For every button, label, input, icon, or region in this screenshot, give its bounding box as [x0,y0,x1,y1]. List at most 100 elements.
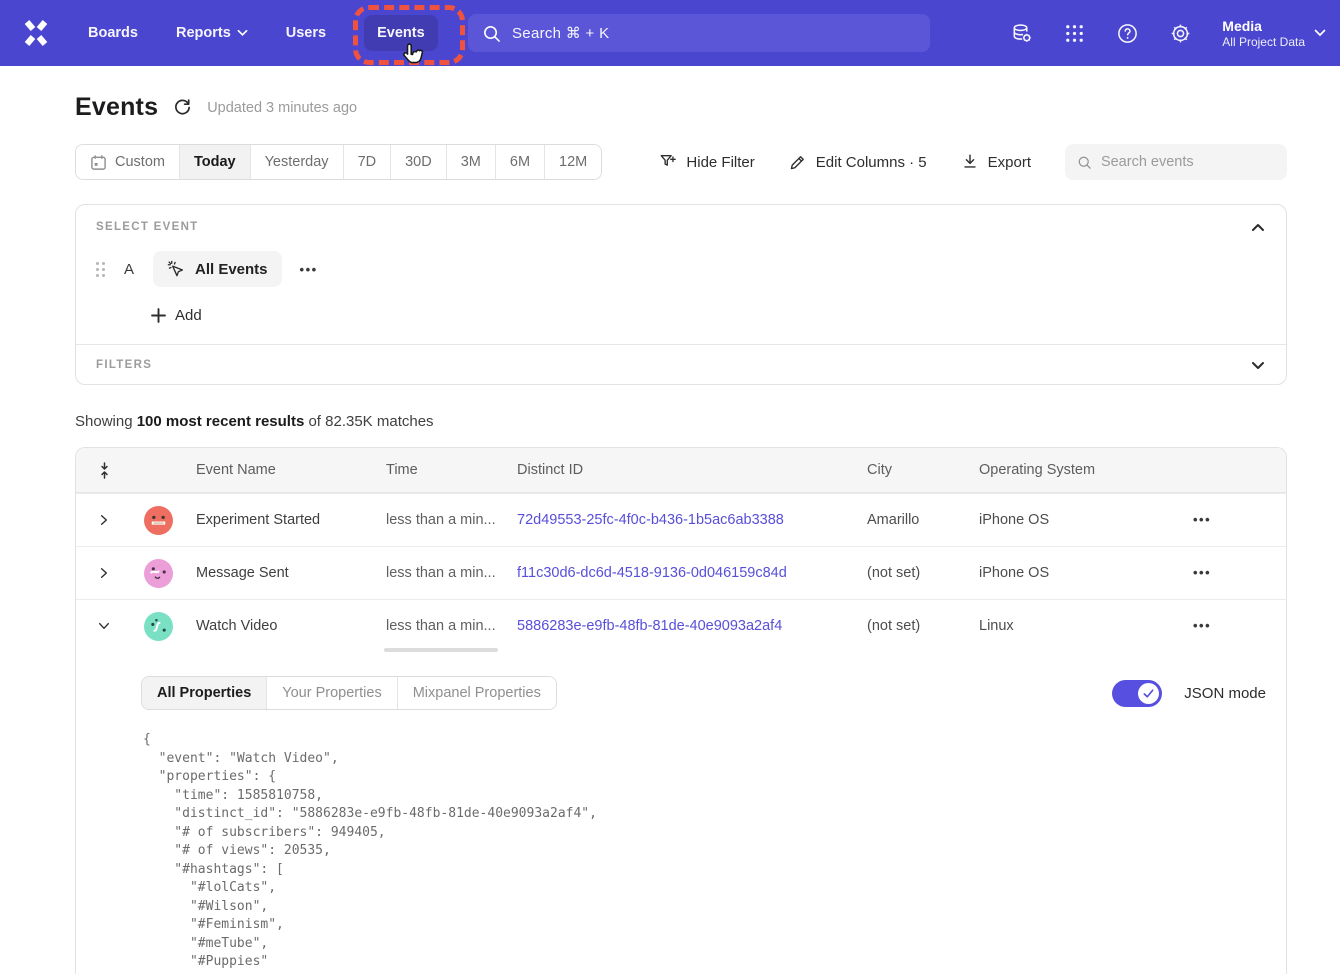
date-range-12m-button[interactable]: 12M [544,145,601,179]
project-name: Media [1222,17,1305,35]
pencil-icon [789,153,807,171]
date-range-7d-button[interactable]: 7D [343,145,391,179]
drag-handle[interactable] [96,262,105,277]
filter-plus-icon [659,153,677,171]
row-more-button[interactable]: ••• [1193,618,1211,633]
sort-icon[interactable] [98,462,111,479]
add-event-button[interactable]: Add [151,307,202,324]
toggle-knob [1138,683,1159,704]
search-events-input[interactable] [1101,154,1275,170]
mixpanel-logo-icon[interactable] [20,17,52,49]
time-cell: less than a min... [374,565,505,581]
tab-mixpanel-properties[interactable]: Mixpanel Properties [397,677,556,709]
top-navbar: Boards Reports Users Events Search ⌘ + K [0,0,1340,66]
download-icon [961,153,979,171]
refresh-icon[interactable] [173,98,192,117]
navbar-right-group: Media All Project Data [1010,0,1326,66]
page-title: Events [75,93,158,122]
event-avatar [144,559,173,588]
hand-pointer-cursor-icon [400,42,426,68]
chevron-down-icon [1314,29,1326,37]
query-builder-card: SELECT EVENT A All Events [75,204,1287,385]
results-highlight: 100 most recent results [137,413,305,430]
row-more-button[interactable]: ••• [1193,565,1211,580]
city-cell: (not set) [855,618,967,634]
selected-event-name: All Events [195,261,268,278]
os-cell: iPhone OS [967,512,1181,528]
table-row[interactable]: Watch Video less than a min... 5886283e-… [76,599,1286,652]
edit-columns-button[interactable]: Edit Columns · 5 [789,153,927,171]
distinct-id-link[interactable]: 5886283e-e9fb-48fb-81de-40e9093a2af4 [517,618,782,634]
expand-row-button[interactable] [76,566,132,580]
nav-item-reports-label: Reports [176,25,231,41]
column-header-time: Time [374,462,505,478]
date-range-today-button[interactable]: Today [179,145,250,179]
date-range-3m-button[interactable]: 3M [446,145,495,179]
date-range-6m-button[interactable]: 6M [495,145,544,179]
settings-gear-icon[interactable] [1169,22,1192,45]
project-subtitle: All Project Data [1222,35,1305,50]
apps-grid-icon[interactable] [1063,22,1086,45]
event-name-cell: Experiment Started [184,512,374,528]
nav-item-boards[interactable]: Boards [88,25,138,41]
results-prefix: Showing [75,413,137,430]
row-more-button[interactable]: ••• [1193,512,1211,527]
events-page: Events Updated 3 minutes ago Custom Toda… [75,93,1287,974]
collapse-select-event-button[interactable] [1246,215,1270,239]
filters-section[interactable]: FILTERS [76,344,1286,384]
horizontal-scrollbar[interactable] [384,648,498,652]
project-switcher[interactable]: Media All Project Data [1222,17,1326,50]
search-events-field[interactable] [1065,144,1287,180]
event-avatar [144,506,173,535]
expand-filters-button[interactable] [1246,353,1270,377]
column-header-city: City [855,462,967,478]
global-search-bar[interactable]: Search ⌘ + K [468,14,930,52]
date-range-selector: Custom Today Yesterday 7D 30D 3M 6M 12M [75,144,602,180]
nav-item-users[interactable]: Users [286,25,326,41]
event-name-cell: Message Sent [184,565,374,581]
results-summary: Showing 100 most recent results of 82.35… [75,413,1287,430]
collapse-row-button[interactable] [76,619,132,633]
event-name-cell: Watch Video [184,618,374,634]
results-suffix: of 82.35K matches [304,413,433,430]
search-icon [482,24,501,43]
check-icon [1142,687,1155,700]
events-table: Event Name Time Distinct ID City Operati… [75,447,1287,974]
table-row[interactable]: Message Sent less than a min... f11c30d6… [76,546,1286,599]
json-mode-toggle[interactable] [1112,680,1162,707]
date-range-custom-button[interactable]: Custom [76,145,179,179]
table-row[interactable]: Experiment Started less than a min... 72… [76,493,1286,546]
add-event-label: Add [175,307,202,324]
json-mode-label: JSON mode [1184,685,1266,702]
plus-icon [151,308,166,323]
chevron-down-icon [237,29,248,37]
calendar-icon [90,154,107,171]
distinct-id-link[interactable]: f11c30d6-dc6d-4518-9136-0d046159c84d [517,565,787,581]
event-selector-button[interactable]: All Events [153,251,282,287]
event-clause-row: A All Events ••• [96,251,1266,287]
date-range-30d-button[interactable]: 30D [390,145,446,179]
time-cell: less than a min... [374,618,505,634]
nav-item-events-wrap: Events [364,15,438,51]
os-cell: Linux [967,618,1181,634]
column-header-os: Operating System [967,462,1181,478]
all-events-sparkle-cursor-icon [167,260,186,279]
tab-all-properties[interactable]: All Properties [142,677,266,709]
event-clause-more-button[interactable]: ••• [300,262,318,277]
help-icon[interactable] [1116,22,1139,45]
event-json-view: { "event": "Watch Video", "properties": … [143,731,1266,974]
tab-your-properties[interactable]: Your Properties [266,677,396,709]
expand-row-button[interactable] [76,513,132,527]
select-event-label: SELECT EVENT [96,221,1266,233]
hide-filter-label: Hide Filter [686,154,754,171]
nav-item-reports[interactable]: Reports [176,25,248,41]
last-updated-text: Updated 3 minutes ago [207,100,357,116]
data-management-icon[interactable] [1010,22,1033,45]
date-range-yesterday-button[interactable]: Yesterday [250,145,343,179]
distinct-id-link[interactable]: 72d49553-25fc-4f0c-b436-1b5ac6ab3388 [517,512,784,528]
export-button[interactable]: Export [961,153,1031,171]
hide-filter-button[interactable]: Hide Filter [659,153,754,171]
edit-columns-label: Edit Columns · 5 [816,154,927,171]
column-header-distinct-id: Distinct ID [505,462,855,478]
properties-tabs: All Properties Your Properties Mixpanel … [141,676,557,710]
